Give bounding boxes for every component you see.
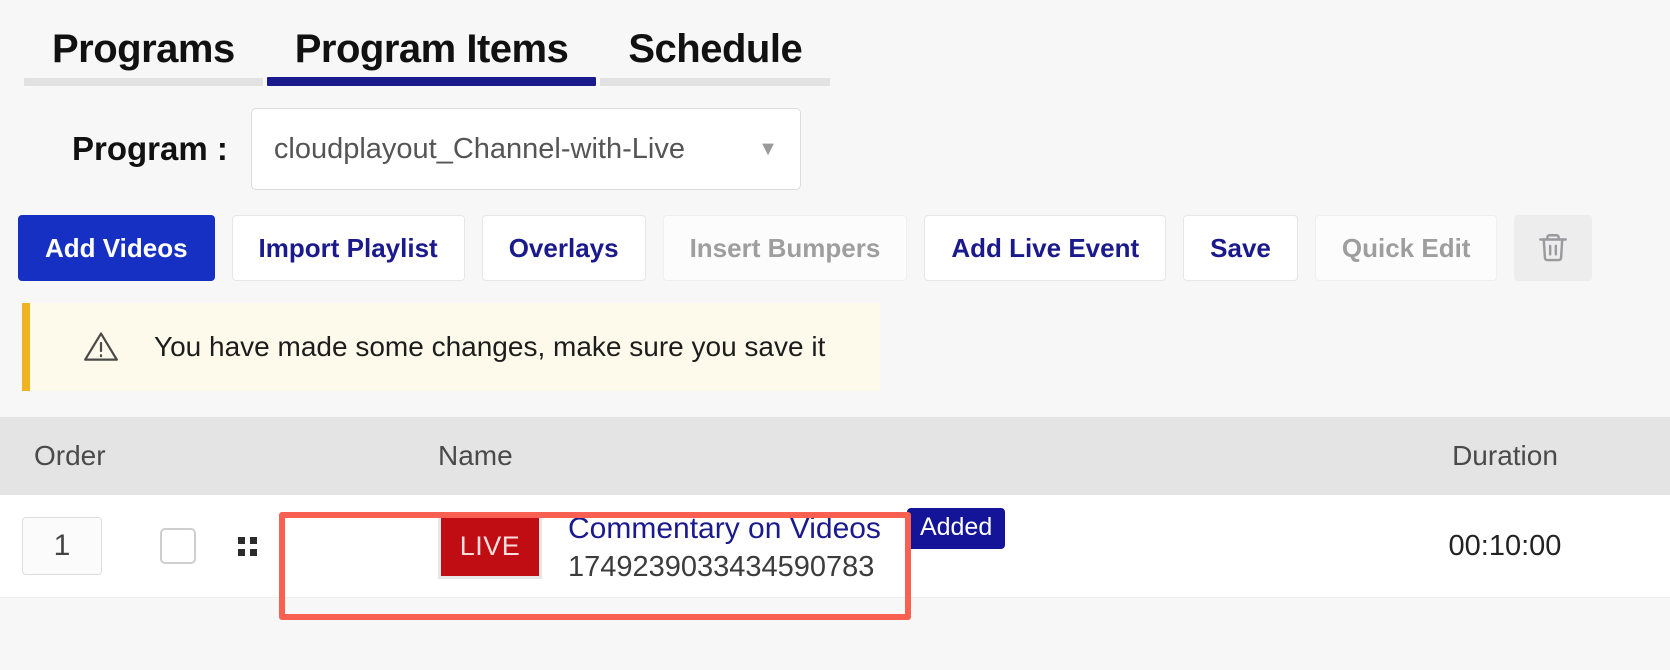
status-badge: Added (907, 508, 1005, 549)
add-live-event-button[interactable]: Add Live Event (924, 215, 1166, 281)
tab-programs-underline (24, 78, 263, 86)
name-cell: LIVE Commentary on Videos Added 17492390… (430, 495, 1340, 597)
tab-program-items-label: Program Items (295, 27, 569, 71)
program-items-page: Programs Program Items Schedule Program … (0, 0, 1670, 670)
live-thumbnail: LIVE (438, 513, 542, 579)
program-dropdown[interactable]: cloudplayout_Channel-with-Live ▼ (251, 108, 801, 190)
name-block: Commentary on Videos Added 1749239033434… (568, 508, 1005, 584)
program-items-table: Order Name Duration 1 LIVE Commentary (0, 417, 1670, 598)
tab-program-items[interactable]: Program Items (265, 27, 599, 86)
tab-schedule[interactable]: Schedule (598, 27, 832, 86)
tab-schedule-label: Schedule (628, 27, 802, 71)
drag-handle-icon[interactable] (238, 537, 257, 556)
chevron-down-icon: ▼ (758, 138, 778, 161)
import-playlist-button[interactable]: Import Playlist (232, 215, 465, 281)
insert-bumpers-button: Insert Bumpers (663, 215, 908, 281)
program-label: Program : (72, 130, 228, 168)
tab-bar: Programs Program Items Schedule (0, 0, 1670, 86)
unsaved-changes-banner: You have made some changes, make sure yo… (22, 303, 880, 391)
column-header-name: Name (430, 440, 1340, 472)
duration-cell: 00:10:00 (1340, 530, 1670, 563)
order-cell: 1 (0, 517, 430, 575)
add-videos-button[interactable]: Add Videos (18, 215, 215, 281)
item-name-link[interactable]: Commentary on Videos (568, 512, 881, 546)
table-header-row: Order Name Duration (0, 417, 1670, 495)
table-row: 1 LIVE Commentary on Videos Added 174923… (0, 495, 1670, 598)
quick-edit-button: Quick Edit (1315, 215, 1498, 281)
tab-programs-label: Programs (52, 27, 235, 71)
tab-program-items-underline (267, 77, 597, 86)
tab-schedule-underline (600, 78, 830, 86)
program-dropdown-value: cloudplayout_Channel-with-Live (274, 133, 748, 166)
program-selector-row: Program : cloudplayout_Channel-with-Live… (0, 108, 1670, 190)
tab-programs[interactable]: Programs (22, 27, 265, 86)
row-checkbox[interactable] (160, 528, 196, 564)
order-input[interactable]: 1 (22, 517, 102, 575)
live-badge-label: LIVE (460, 531, 521, 562)
column-header-order: Order (0, 440, 430, 472)
overlays-button[interactable]: Overlays (482, 215, 646, 281)
trash-icon (1536, 231, 1570, 265)
column-header-duration: Duration (1340, 440, 1670, 472)
banner-message: You have made some changes, make sure yo… (154, 331, 825, 363)
save-button[interactable]: Save (1183, 215, 1298, 281)
warning-triangle-icon (82, 328, 120, 366)
action-toolbar: Add Videos Import Playlist Overlays Inse… (0, 215, 1670, 281)
delete-button[interactable] (1514, 215, 1592, 281)
name-line: Commentary on Videos Added (568, 508, 1005, 549)
item-id: 1749239033434590783 (568, 551, 1005, 584)
